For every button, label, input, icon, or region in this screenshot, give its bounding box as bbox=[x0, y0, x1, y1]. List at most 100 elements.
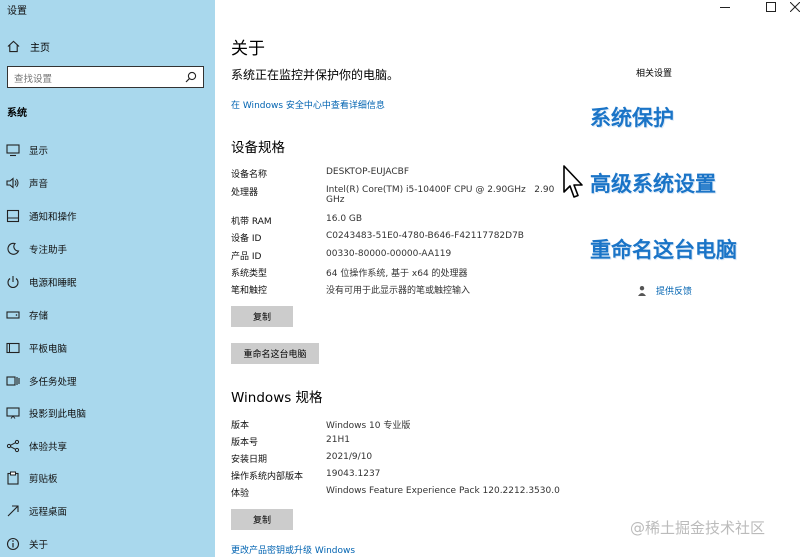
power-icon bbox=[7, 276, 19, 289]
spec-label: 机带 RAM bbox=[231, 217, 272, 227]
spec-label: 设备 ID bbox=[231, 234, 262, 244]
spec-value: 16.0 GB bbox=[326, 214, 363, 224]
clipboard-icon bbox=[7, 471, 19, 485]
spec-label: 版本号 bbox=[231, 438, 259, 448]
sidebar-home[interactable]: 主页 bbox=[7, 38, 50, 54]
share-icon bbox=[6, 439, 20, 453]
system-protection-link[interactable]: 系统保护 bbox=[590, 102, 674, 132]
close-icon bbox=[790, 2, 800, 12]
home-icon bbox=[7, 40, 20, 52]
spec-label: 产品 ID bbox=[231, 252, 262, 262]
related-settings-title: 相关设置 bbox=[636, 69, 673, 79]
spec-label: 体验 bbox=[231, 489, 250, 499]
monitor-icon bbox=[6, 144, 20, 157]
sidebar-item-label: 声音 bbox=[29, 179, 49, 190]
spec-value: 64 位操作系统, 基于 x64 的处理器 bbox=[326, 269, 468, 279]
sidebar-item-label: 多任务处理 bbox=[29, 377, 77, 388]
multitask-icon bbox=[6, 376, 20, 386]
spec-value: 00330-80000-00000-AA119 bbox=[326, 249, 452, 259]
spec-row-device-name: 设备名称 DESKTOP-EUJACBF bbox=[231, 167, 409, 180]
sidebar-item-clipboard[interactable]: 剪贴板 bbox=[6, 470, 58, 486]
copy-windows-specs-button[interactable]: 复制 bbox=[231, 509, 293, 530]
sidebar-item-label: 通知和操作 bbox=[29, 212, 77, 223]
spec-label: 设备名称 bbox=[231, 170, 268, 180]
sidebar-item-project[interactable]: 投影到此电脑 bbox=[6, 405, 86, 421]
sidebar-item-label: 显示 bbox=[29, 146, 49, 157]
sidebar-item-shared-experiences[interactable]: 体验共享 bbox=[6, 438, 67, 454]
security-center-link[interactable]: 在 Windows 安全中心中查看详细信息 bbox=[231, 98, 385, 111]
feedback-link[interactable]: 提供反馈 bbox=[636, 284, 692, 297]
protection-status: 系统正在监控并保护你的电脑。 bbox=[231, 68, 400, 82]
spec-value: Windows Feature Experience Pack 120.2212… bbox=[326, 486, 560, 496]
sidebar-item-label: 剪贴板 bbox=[29, 474, 58, 485]
minimize-icon bbox=[720, 7, 730, 8]
spec-label: 处理器 bbox=[231, 188, 259, 198]
spec-row-os-build: 操作系统内部版本 19043.1237 bbox=[231, 469, 380, 482]
search-input[interactable] bbox=[14, 70, 184, 89]
spec-value: 19043.1237 bbox=[326, 469, 381, 479]
rename-pc-link[interactable]: 重命名这台电脑 bbox=[590, 234, 737, 264]
spec-label: 安装日期 bbox=[231, 455, 268, 465]
spec-row-edition: 版本 Windows 10 专业版 bbox=[231, 418, 410, 431]
sidebar-item-label: 体验共享 bbox=[29, 442, 68, 453]
app-title: 设置 bbox=[7, 6, 27, 17]
minimize-button[interactable] bbox=[710, 0, 740, 14]
spec-value: C0243483-51E0-4780-B646-F42117782D7B bbox=[326, 231, 524, 241]
sidebar-item-label: 专注助手 bbox=[29, 245, 68, 256]
sidebar-item-power-sleep[interactable]: 电源和睡眠 bbox=[6, 274, 77, 290]
spec-row-pen-touch: 笔和触控 没有可用于此显示器的笔或触控输入 bbox=[231, 283, 470, 296]
sidebar-item-display[interactable]: 显示 bbox=[6, 142, 48, 158]
search-box[interactable] bbox=[7, 66, 204, 89]
advanced-system-settings-link[interactable]: 高级系统设置 bbox=[590, 168, 716, 198]
spec-row-device-id: 设备 ID C0243483-51E0-4780-B646-F42117782D… bbox=[231, 231, 524, 244]
product-key-link[interactable]: 更改产品密钥或升级 Windows bbox=[231, 543, 355, 556]
search-icon[interactable] bbox=[185, 71, 197, 83]
projector-icon bbox=[6, 407, 20, 419]
spec-value: 没有可用于此显示器的笔或触控输入 bbox=[326, 286, 471, 296]
remote-desktop-icon bbox=[7, 505, 19, 517]
spec-label: 系统类型 bbox=[231, 269, 268, 279]
moon-icon bbox=[7, 242, 20, 255]
feedback-person-icon bbox=[638, 285, 646, 296]
feedback-label: 提供反馈 bbox=[656, 287, 693, 297]
sidebar-item-remote-desktop[interactable]: 远程桌面 bbox=[6, 503, 67, 519]
spec-value: 2021/9/10 bbox=[326, 452, 373, 462]
notification-icon bbox=[6, 209, 20, 223]
processor-value-line2: GHz bbox=[326, 195, 345, 205]
spec-row-processor: 处理器 Intel(R) Core(TM) i5-10400F CPU @ 2.… bbox=[231, 185, 554, 205]
spec-row-install-date: 安装日期 2021/9/10 bbox=[231, 452, 372, 465]
close-button[interactable] bbox=[780, 0, 806, 14]
spec-row-version: 版本号 21H1 bbox=[231, 435, 350, 448]
spec-row-system-type: 系统类型 64 位操作系统, 基于 x64 的处理器 bbox=[231, 266, 468, 279]
info-icon bbox=[6, 537, 20, 551]
spec-row-ram: 机带 RAM 16.0 GB bbox=[231, 214, 362, 227]
speaker-icon bbox=[6, 177, 19, 189]
page-title: 关于 bbox=[231, 39, 265, 59]
rename-pc-button[interactable]: 重命名这台电脑 bbox=[231, 343, 319, 364]
sidebar-item-label: 投影到此电脑 bbox=[29, 409, 87, 420]
spec-label: 操作系统内部版本 bbox=[231, 472, 304, 482]
maximize-icon bbox=[766, 2, 776, 12]
sidebar-item-focus-assist[interactable]: 专注助手 bbox=[6, 241, 67, 257]
copy-device-specs-button[interactable]: 复制 bbox=[231, 306, 293, 327]
sidebar-item-sound[interactable]: 声音 bbox=[6, 175, 48, 191]
spec-value: DESKTOP-EUJACBF bbox=[326, 167, 409, 177]
sidebar-item-notifications[interactable]: 通知和操作 bbox=[6, 208, 77, 224]
device-spec-title: 设备规格 bbox=[231, 140, 285, 156]
sidebar-item-label: 关于 bbox=[29, 540, 49, 551]
processor-value-line1: Intel(R) Core(TM) i5-10400F CPU @ 2.90GH… bbox=[326, 185, 555, 195]
sidebar-item-storage[interactable]: 存储 bbox=[6, 307, 48, 323]
tablet-icon bbox=[6, 342, 20, 354]
sidebar-section-system: 系统 bbox=[7, 108, 27, 119]
windows-spec-title: Windows 规格 bbox=[231, 390, 323, 406]
sidebar-item-label: 远程桌面 bbox=[29, 507, 68, 518]
spec-value: Intel(R) Core(TM) i5-10400F CPU @ 2.90GH… bbox=[326, 185, 554, 205]
watermark: @稀土掘金技术社区 bbox=[630, 519, 766, 537]
sidebar-item-label: 存储 bbox=[29, 311, 49, 322]
sidebar-item-about[interactable]: 关于 bbox=[6, 536, 48, 552]
spec-label: 版本 bbox=[231, 421, 250, 431]
sidebar: 设置 主页 系统 显示 声音 通知和操作 专注助手 电源和睡眠 存储 平板电脑 … bbox=[0, 0, 215, 557]
sidebar-item-tablet[interactable]: 平板电脑 bbox=[6, 340, 67, 356]
sidebar-item-multitasking[interactable]: 多任务处理 bbox=[6, 373, 77, 389]
sidebar-item-label: 电源和睡眠 bbox=[29, 278, 77, 289]
